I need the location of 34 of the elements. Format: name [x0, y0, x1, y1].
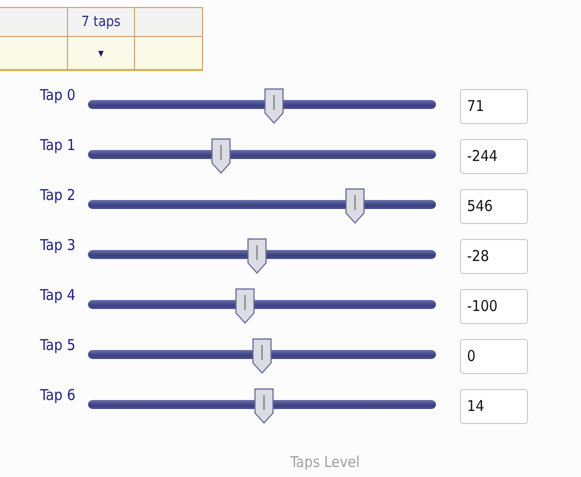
tap-value-field[interactable]: 546	[460, 188, 528, 224]
tap-slider[interactable]	[88, 338, 436, 374]
table-cell	[135, 37, 203, 71]
tap-label: Tap 3	[39, 236, 76, 254]
tap-label: Tap 4	[39, 286, 76, 304]
tap-value-field[interactable]: 14	[460, 388, 528, 424]
table-cell	[0, 37, 68, 71]
slider-thumb[interactable]	[252, 338, 272, 374]
tap-value-field[interactable]: 0	[460, 338, 528, 374]
header-cell	[135, 7, 203, 37]
tap-value-field[interactable]: 71	[460, 88, 528, 124]
tap-value-field[interactable]: -244	[460, 138, 528, 174]
tap-value-field[interactable]: -100	[460, 288, 528, 324]
slider-thumb[interactable]	[254, 388, 274, 424]
slider-thumb[interactable]	[344, 188, 365, 224]
tap-value-field[interactable]: -28	[460, 238, 528, 274]
taps-count-header: 7 taps	[68, 7, 135, 37]
tap-slider[interactable]	[88, 138, 436, 174]
dropdown-caret[interactable]: ▾	[68, 37, 135, 71]
tap-label: Tap 2	[39, 186, 76, 204]
tap-slider[interactable]	[88, 238, 436, 274]
tap-label: Tap 6	[39, 386, 76, 404]
tap-label: Tap 1	[39, 136, 76, 154]
slider-thumb[interactable]	[234, 288, 255, 324]
tap-label: Tap 0	[39, 86, 76, 104]
tap-slider[interactable]	[88, 388, 436, 424]
slider-thumb[interactable]	[210, 138, 231, 174]
tap-slider[interactable]	[88, 188, 436, 224]
slider-thumb[interactable]	[247, 238, 268, 274]
tap-label: Tap 5	[39, 336, 76, 354]
taps-level-caption: Taps Level	[289, 453, 361, 471]
tap-slider[interactable]	[88, 288, 436, 324]
slider-thumb[interactable]	[264, 88, 284, 124]
tap-slider[interactable]	[88, 88, 436, 124]
